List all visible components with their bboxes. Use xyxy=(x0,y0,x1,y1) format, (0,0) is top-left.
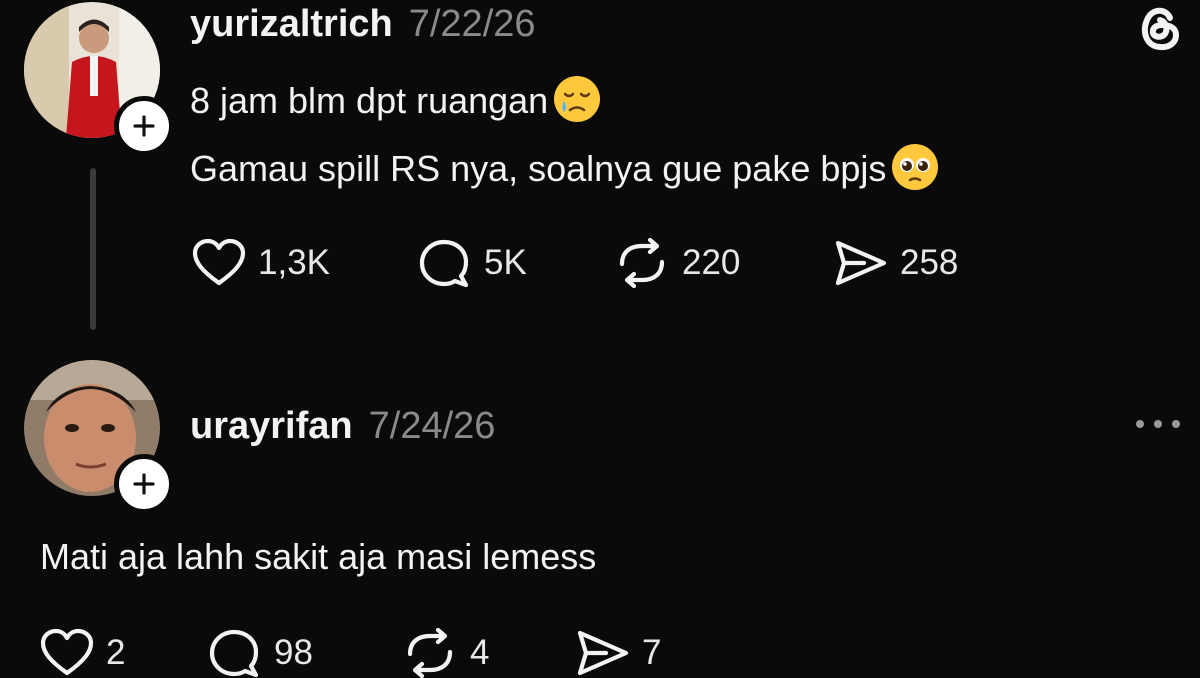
follow-button[interactable] xyxy=(114,96,174,156)
threads-logo-icon[interactable] xyxy=(1130,0,1190,60)
share-button[interactable]: 7 xyxy=(574,628,661,678)
pleading-face-emoji xyxy=(890,142,940,201)
heart-icon xyxy=(192,238,246,286)
repost-button[interactable]: 4 xyxy=(402,628,489,678)
repost-button[interactable]: 220 xyxy=(614,238,740,288)
like-count: 1,3K xyxy=(258,243,330,282)
post-text: 8 jam blm dpt ruangan xyxy=(190,80,549,122)
heart-icon xyxy=(40,628,94,676)
username[interactable]: yurizaltrich xyxy=(190,3,393,46)
repost-count: 4 xyxy=(470,633,490,672)
repost-icon xyxy=(407,628,453,678)
post-date: 7/22/26 xyxy=(408,2,536,45)
share-icon xyxy=(577,630,629,676)
comment-icon xyxy=(419,239,469,288)
reply-header: urayrifan 7/24/26 xyxy=(190,402,495,450)
repost-count: 220 xyxy=(682,243,741,282)
repost-icon xyxy=(619,238,665,288)
post-text-line-2: Gamau spill RS nya, soalnya gue pake bpj… xyxy=(190,142,940,201)
share-count: 7 xyxy=(642,633,662,672)
reply-button[interactable]: 5K xyxy=(418,238,527,288)
reply-count: 5K xyxy=(484,243,527,282)
post-text-line-1: 8 jam blm dpt ruangan xyxy=(190,74,602,133)
more-button[interactable] xyxy=(1132,406,1184,442)
like-button[interactable]: 1,3K xyxy=(192,238,330,288)
like-count: 2 xyxy=(106,633,126,672)
username[interactable]: urayrifan xyxy=(190,405,353,448)
follow-button[interactable] xyxy=(114,454,174,514)
comment-icon xyxy=(209,629,259,678)
post-header: yurizaltrich 7/22/26 xyxy=(190,0,536,48)
crying-face-emoji xyxy=(552,74,602,133)
share-count: 258 xyxy=(900,243,959,282)
thread-line xyxy=(90,168,96,330)
plus-icon xyxy=(133,473,155,495)
share-button[interactable]: 258 xyxy=(832,238,958,288)
reply-button[interactable]: 98 xyxy=(208,628,313,678)
reply-count: 98 xyxy=(274,633,313,672)
share-icon xyxy=(835,240,887,286)
more-icon xyxy=(1136,420,1180,428)
like-button[interactable]: 2 xyxy=(40,628,125,678)
reply-date: 7/24/26 xyxy=(368,404,496,447)
reply-text: Mati aja lahh sakit aja masi lemess xyxy=(40,536,597,577)
plus-icon xyxy=(133,115,155,137)
post-text: Gamau spill RS nya, soalnya gue pake bpj… xyxy=(190,148,887,190)
